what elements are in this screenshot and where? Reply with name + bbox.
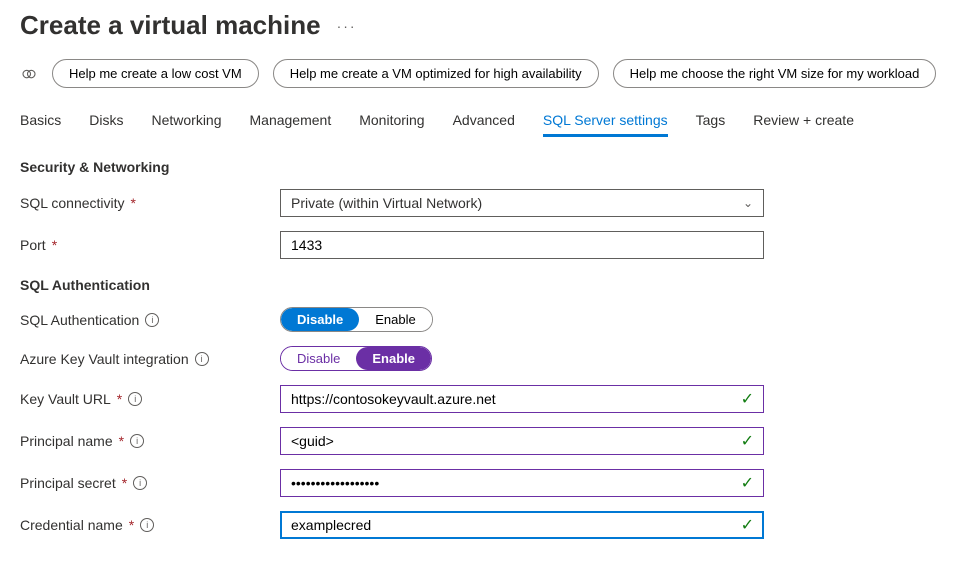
akv-integration-label: Azure Key Vault integration (20, 351, 189, 367)
more-actions-button[interactable]: ··· (337, 18, 357, 34)
chevron-down-icon: ⌄ (743, 196, 753, 210)
sql-connectivity-value: Private (within Virtual Network) (291, 195, 482, 211)
info-icon[interactable]: i (130, 434, 144, 448)
info-icon[interactable]: i (145, 313, 159, 327)
sql-connectivity-select[interactable]: Private (within Virtual Network) ⌄ (280, 189, 764, 217)
info-icon[interactable]: i (133, 476, 147, 490)
tab-networking[interactable]: Networking (151, 112, 221, 137)
required-mark: * (131, 195, 136, 211)
suggestion-vm-size-button[interactable]: Help me choose the right VM size for my … (613, 59, 937, 88)
info-icon[interactable]: i (140, 518, 154, 532)
principal-name-input[interactable] (280, 427, 764, 455)
akv-integration-toggle: Disable Enable (280, 346, 432, 371)
sql-auth-enable-button[interactable]: Enable (359, 308, 431, 331)
section-sql-authentication: SQL Authentication (20, 277, 956, 293)
akv-disable-button[interactable]: Disable (281, 347, 356, 370)
credential-name-label: Credential name (20, 517, 123, 533)
sql-connectivity-label: SQL connectivity (20, 195, 125, 211)
tab-management[interactable]: Management (250, 112, 332, 137)
required-mark: * (52, 237, 57, 253)
sql-authentication-label: SQL Authentication (20, 312, 139, 328)
required-mark: * (122, 475, 127, 491)
required-mark: * (117, 391, 122, 407)
info-icon[interactable]: i (195, 352, 209, 366)
required-mark: * (129, 517, 134, 533)
suggestion-low-cost-button[interactable]: Help me create a low cost VM (52, 59, 259, 88)
principal-secret-label: Principal secret (20, 475, 116, 491)
tab-monitoring[interactable]: Monitoring (359, 112, 424, 137)
tab-review-create[interactable]: Review + create (753, 112, 854, 137)
akv-enable-button[interactable]: Enable (356, 347, 431, 370)
tab-sql-server-settings[interactable]: SQL Server settings (543, 112, 668, 137)
tab-basics[interactable]: Basics (20, 112, 61, 137)
tabs-nav: Basics Disks Networking Management Monit… (20, 112, 956, 137)
tab-tags[interactable]: Tags (696, 112, 726, 137)
suggestion-high-availability-button[interactable]: Help me create a VM optimized for high a… (273, 59, 599, 88)
info-icon[interactable]: i (128, 392, 142, 406)
credential-name-input[interactable] (280, 511, 764, 539)
key-vault-url-label: Key Vault URL (20, 391, 111, 407)
key-vault-url-input[interactable] (280, 385, 764, 413)
copilot-icon (20, 65, 38, 83)
port-label: Port (20, 237, 46, 253)
sql-authentication-toggle: Disable Enable (280, 307, 433, 332)
sql-auth-disable-button[interactable]: Disable (281, 308, 359, 331)
principal-name-label: Principal name (20, 433, 113, 449)
tab-disks[interactable]: Disks (89, 112, 123, 137)
tab-advanced[interactable]: Advanced (453, 112, 515, 137)
section-security-networking: Security & Networking (20, 159, 956, 175)
required-mark: * (119, 433, 124, 449)
principal-secret-input[interactable] (280, 469, 764, 497)
port-input[interactable] (280, 231, 764, 259)
page-title: Create a virtual machine (20, 10, 321, 41)
